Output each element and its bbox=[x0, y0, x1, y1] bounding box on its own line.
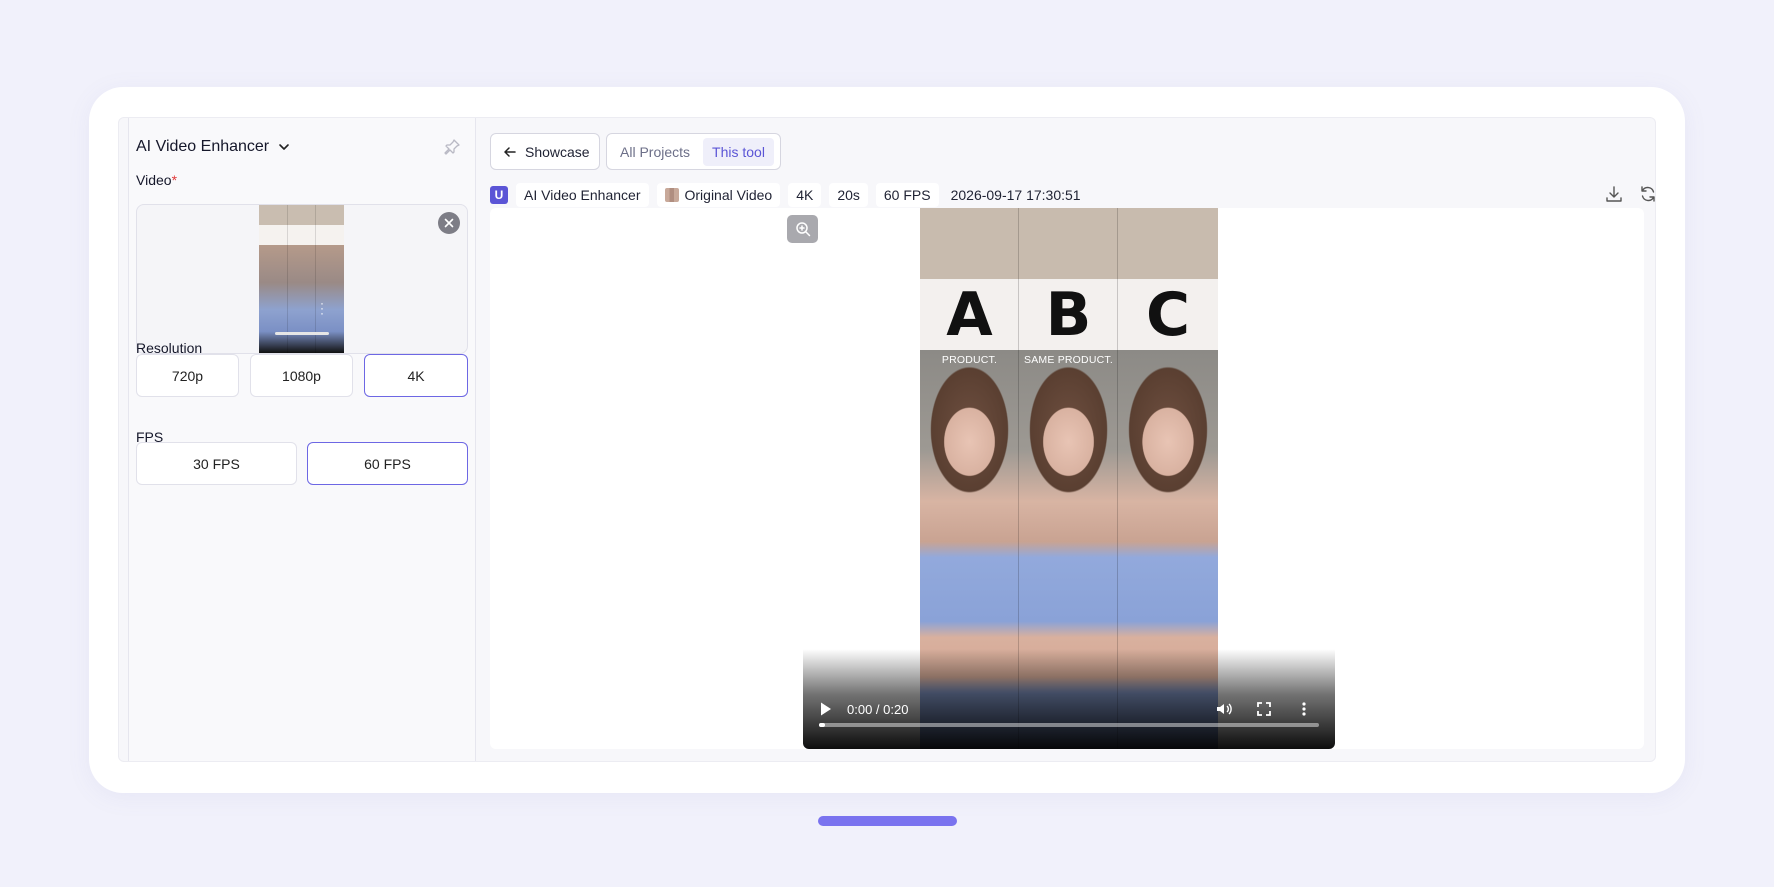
showcase-back-button[interactable]: Showcase bbox=[490, 133, 600, 170]
current-time: 0:00 bbox=[847, 702, 873, 717]
chevron-down-icon bbox=[279, 144, 289, 150]
panel-letter: C bbox=[1145, 279, 1191, 350]
home-indicator bbox=[818, 816, 957, 826]
tool-badge: U bbox=[490, 186, 508, 204]
tool-selector[interactable]: AI Video Enhancer bbox=[136, 138, 291, 156]
meta-tool-name: AI Video Enhancer bbox=[516, 183, 649, 207]
panel-letter: A bbox=[946, 279, 993, 350]
arrow-left-icon bbox=[504, 146, 516, 157]
meta-tool-name-text: AI Video Enhancer bbox=[524, 187, 641, 203]
pin-icon[interactable] bbox=[443, 138, 461, 156]
remove-video-button[interactable] bbox=[438, 212, 460, 234]
volume-icon[interactable] bbox=[1215, 700, 1233, 718]
video-controls: 0:00 / 0:20 bbox=[803, 689, 1335, 749]
video-player[interactable]: A PRODUCT. B SAME PRODUCT. C 0:00 / 0:20 bbox=[803, 208, 1335, 749]
more-vertical-icon[interactable] bbox=[1295, 700, 1313, 718]
app-window: AI Video Enhancer Video* · · · Resolution … bbox=[118, 117, 1656, 762]
panel-caption: SAME PRODUCT. bbox=[1024, 354, 1113, 366]
sidebar: AI Video Enhancer Video* · · · Resolution … bbox=[128, 118, 476, 761]
preview-canvas: A PRODUCT. B SAME PRODUCT. C 0:00 / 0:20 bbox=[490, 208, 1644, 749]
video-thumbnail: · · · bbox=[259, 205, 344, 353]
refresh-icon[interactable] bbox=[1638, 184, 1656, 204]
meta-fps: 60 FPS bbox=[875, 183, 939, 207]
meta-source: Original Video bbox=[656, 183, 781, 207]
showcase-label: Showcase bbox=[525, 143, 590, 160]
tab-this-tool[interactable]: This tool bbox=[703, 137, 774, 166]
video-upload[interactable]: · · · bbox=[136, 204, 468, 354]
video-thumbnail-icon bbox=[664, 188, 679, 202]
fps-30-button[interactable]: 30 FPS bbox=[136, 442, 297, 485]
resolution-4k-button[interactable]: 4K bbox=[364, 354, 468, 397]
tab-all-projects[interactable]: All Projects bbox=[611, 138, 699, 166]
fps-60-button[interactable]: 60 FPS bbox=[307, 442, 468, 485]
meta-timestamp: 2026-09-17 17:30:51 bbox=[950, 187, 1081, 203]
download-icon[interactable] bbox=[1604, 184, 1624, 204]
resolution-720p-button[interactable]: 720p bbox=[136, 354, 239, 397]
panel-caption: PRODUCT. bbox=[941, 354, 998, 366]
meta-duration: 20s bbox=[829, 183, 868, 207]
project-filter-tabs: All Projects This tool bbox=[606, 133, 781, 170]
progress-fill bbox=[819, 723, 825, 727]
thumbnail-scrubber bbox=[275, 332, 329, 335]
panel-letter: B bbox=[1045, 279, 1092, 350]
meta-resolution: 4K bbox=[788, 183, 822, 207]
video-label: Video* bbox=[136, 172, 177, 188]
time-display: 0:00 / 0:20 bbox=[847, 702, 909, 717]
tool-title: AI Video Enhancer bbox=[136, 138, 270, 155]
output-meta-bar: U AI Video Enhancer Original Video 4K 20… bbox=[490, 183, 1085, 207]
zoom-in-icon bbox=[795, 222, 810, 237]
close-icon bbox=[444, 218, 454, 228]
main-panel: Showcase All Projects This tool U AI Vid… bbox=[476, 118, 1656, 761]
video-label-text: Video bbox=[136, 172, 172, 188]
meta-source-text: Original Video bbox=[684, 187, 773, 203]
more-vertical-icon: · · · bbox=[320, 296, 324, 320]
required-mark: * bbox=[171, 172, 178, 188]
resolution-1080p-button[interactable]: 1080p bbox=[250, 354, 353, 397]
play-icon[interactable] bbox=[819, 701, 833, 717]
progress-bar[interactable] bbox=[819, 723, 1319, 727]
total-time: 0:20 bbox=[883, 702, 909, 717]
fullscreen-icon[interactable] bbox=[1255, 700, 1273, 718]
zoom-button[interactable] bbox=[787, 215, 818, 243]
